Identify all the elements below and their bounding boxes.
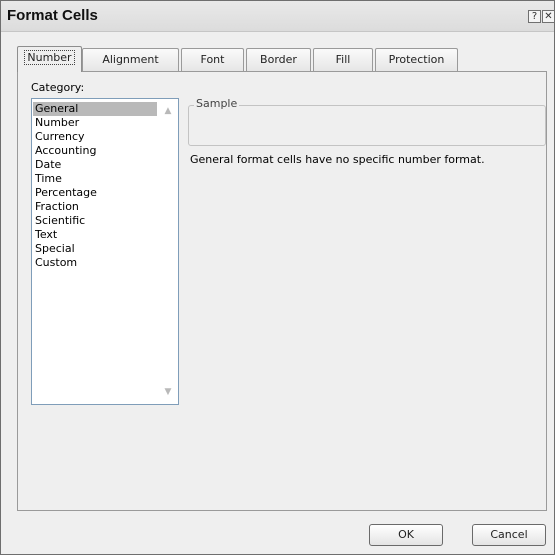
format-description: General format cells have no specific nu…: [190, 153, 485, 166]
category-item-text[interactable]: Text: [33, 228, 157, 242]
tab-number[interactable]: Number: [17, 46, 82, 72]
category-item-custom[interactable]: Custom: [33, 256, 157, 270]
sample-legend: Sample: [194, 97, 240, 110]
ok-button[interactable]: OK: [369, 524, 443, 546]
tab-protection[interactable]: Protection: [375, 48, 458, 71]
scroll-down-arrow-icon[interactable]: ▼: [160, 384, 176, 400]
category-item-fraction[interactable]: Fraction: [33, 200, 157, 214]
title-bar[interactable]: Format Cells ? ✕: [1, 1, 555, 32]
cancel-button[interactable]: Cancel: [472, 524, 546, 546]
scroll-up-arrow-icon[interactable]: ▲: [160, 103, 176, 119]
tab-font[interactable]: Font: [181, 48, 244, 71]
category-item-scientific[interactable]: Scientific: [33, 214, 157, 228]
category-list: General Number Currency Accounting Date …: [33, 102, 157, 270]
category-item-currency[interactable]: Currency: [33, 130, 157, 144]
category-item-time[interactable]: Time: [33, 172, 157, 186]
close-icon[interactable]: ✕: [542, 10, 555, 23]
category-item-date[interactable]: Date: [33, 158, 157, 172]
category-item-accounting[interactable]: Accounting: [33, 144, 157, 158]
tab-border[interactable]: Border: [246, 48, 311, 71]
tab-fill[interactable]: Fill: [313, 48, 373, 71]
category-listbox[interactable]: General Number Currency Accounting Date …: [31, 98, 179, 405]
category-item-general[interactable]: General: [33, 102, 157, 116]
category-item-number[interactable]: Number: [33, 116, 157, 130]
category-item-special[interactable]: Special: [33, 242, 157, 256]
format-cells-dialog: Format Cells ? ✕ Number Alignment Font B…: [0, 0, 555, 555]
help-icon[interactable]: ?: [528, 10, 541, 23]
category-item-percentage[interactable]: Percentage: [33, 186, 157, 200]
sample-preview-box: [188, 105, 546, 146]
category-label: Category:: [31, 81, 85, 94]
tab-alignment[interactable]: Alignment: [82, 48, 179, 71]
dialog-title: Format Cells: [7, 7, 98, 24]
